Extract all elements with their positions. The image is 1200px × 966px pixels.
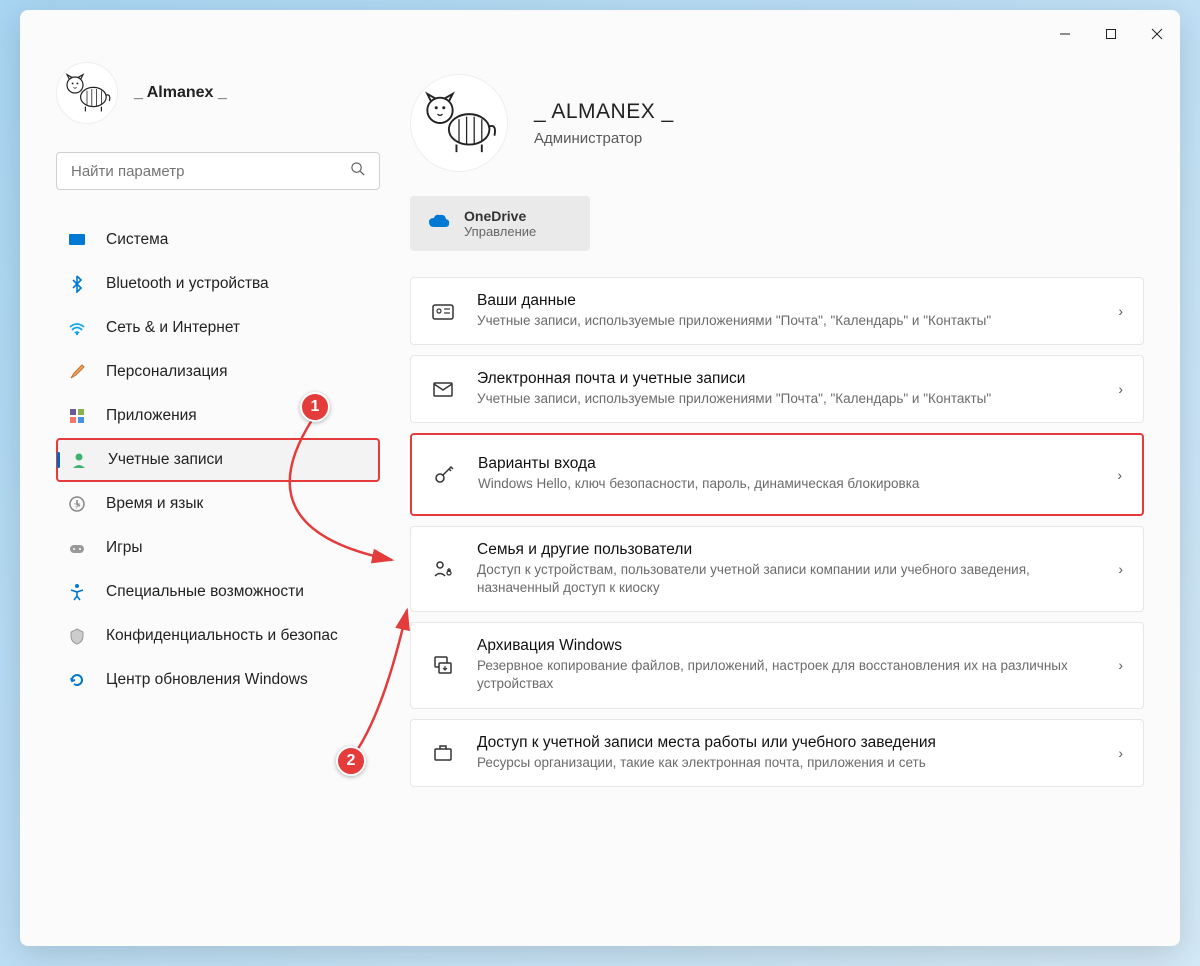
maximize-button[interactable]	[1088, 18, 1134, 50]
sidebar-item-time[interactable]: 字 Время и язык	[56, 482, 380, 526]
sidebar-item-apps[interactable]: Приложения	[56, 394, 380, 438]
chevron-right-icon: ›	[1117, 467, 1122, 483]
card-title: Доступ к учетной записи места работы или…	[477, 734, 1096, 752]
card-title: Архивация Windows	[477, 637, 1096, 655]
card-title: Электронная почта и учетные записи	[477, 370, 1096, 388]
user-hero: _ ALMANEX _ Администратор	[410, 74, 1144, 172]
nav-label: Время и язык	[106, 495, 203, 513]
card-sub: Учетные записи, используемые приложениям…	[477, 312, 1096, 330]
sidebar: Параметры _ Almanex _ Система Bluetooth …	[20, 58, 388, 946]
system-icon	[68, 231, 86, 249]
main-content: Учетные записи _ ALMANEX _ Администратор…	[388, 58, 1180, 946]
card-title: Варианты входа	[478, 455, 1095, 473]
sidebar-item-network[interactable]: Сеть & и Интернет	[56, 306, 380, 350]
brush-icon	[68, 363, 86, 381]
nav-label: Персонализация	[106, 363, 227, 381]
key-icon	[432, 463, 456, 487]
chevron-right-icon: ›	[1118, 657, 1123, 673]
sidebar-item-privacy[interactable]: Конфиденциальность и безопас	[56, 614, 380, 658]
sidebar-item-update[interactable]: Центр обновления Windows	[56, 658, 380, 702]
card-sub: Windows Hello, ключ безопасности, пароль…	[478, 475, 1095, 493]
nav-label: Приложения	[106, 407, 197, 425]
onedrive-sub: Управление	[464, 224, 536, 239]
sidebar-item-personalization[interactable]: Персонализация	[56, 350, 380, 394]
search-input[interactable]	[71, 163, 350, 180]
sidebar-item-accounts[interactable]: Учетные записи	[56, 438, 380, 482]
card-work-school[interactable]: Доступ к учетной записи места работы или…	[410, 719, 1144, 787]
search-box[interactable]	[56, 152, 380, 190]
annotation-1: 1	[300, 392, 330, 422]
card-sub: Доступ к устройствам, пользователи учетн…	[477, 561, 1096, 597]
apps-icon	[68, 407, 86, 425]
nav-label: Bluetooth и устройства	[106, 275, 269, 293]
nav-label: Специальные возможности	[106, 583, 304, 601]
card-email[interactable]: Электронная почта и учетные записи Учетны…	[410, 355, 1144, 423]
card-sub: Учетные записи, используемые приложениям…	[477, 390, 1096, 408]
chevron-right-icon: ›	[1118, 381, 1123, 397]
id-icon	[431, 299, 455, 323]
mail-icon	[431, 377, 455, 401]
family-icon	[431, 557, 455, 581]
hero-role: Администратор	[534, 130, 674, 147]
card-family[interactable]: Семья и другие пользователи Доступ к устр…	[410, 526, 1144, 612]
avatar-large-icon	[410, 74, 508, 172]
settings-window: Параметры _ Almanex _ Система Bluetooth …	[20, 10, 1180, 946]
nav-label: Центр обновления Windows	[106, 671, 308, 689]
hero-username: _ ALMANEX _	[534, 100, 674, 124]
card-title: Семья и другие пользователи	[477, 541, 1096, 559]
card-your-info[interactable]: Ваши данные Учетные записи, используемые …	[410, 277, 1144, 345]
nav-label: Система	[106, 231, 168, 249]
minimize-button[interactable]	[1042, 18, 1088, 50]
sidebar-item-accessibility[interactable]: Специальные возможности	[56, 570, 380, 614]
svg-text:字: 字	[74, 502, 80, 510]
shield-icon	[68, 627, 86, 645]
onedrive-card[interactable]: OneDrive Управление	[410, 196, 590, 251]
card-title: Ваши данные	[477, 292, 1096, 310]
card-signin-options[interactable]: Варианты входа Windows Hello, ключ безопа…	[410, 433, 1144, 515]
sidebar-item-system[interactable]: Система	[56, 218, 380, 262]
wifi-icon	[68, 319, 86, 337]
backup-icon	[431, 653, 455, 677]
account-icon	[70, 451, 88, 469]
nav-label: Сеть & и Интернет	[106, 319, 240, 337]
cloud-icon	[428, 213, 450, 234]
nav-label: Учетные записи	[108, 451, 223, 469]
onedrive-title: OneDrive	[464, 208, 536, 224]
annotation-2: 2	[336, 746, 366, 776]
search-icon	[350, 161, 365, 181]
nav-list: Система Bluetooth и устройства Сеть & и …	[56, 218, 380, 702]
sidebar-item-bluetooth[interactable]: Bluetooth и устройства	[56, 262, 380, 306]
card-sub: Ресурсы организации, такие как электронн…	[477, 754, 1096, 772]
chevron-right-icon: ›	[1118, 303, 1123, 319]
update-icon	[68, 671, 86, 689]
avatar-icon	[56, 62, 118, 124]
bluetooth-icon	[68, 275, 86, 293]
chevron-right-icon: ›	[1118, 561, 1123, 577]
titlebar	[20, 10, 1180, 58]
close-button[interactable]	[1134, 18, 1180, 50]
card-backup[interactable]: Архивация Windows Резервное копирование ф…	[410, 622, 1144, 708]
accessibility-icon	[68, 583, 86, 601]
chevron-right-icon: ›	[1118, 745, 1123, 761]
sidebar-username: _ Almanex _	[134, 84, 227, 102]
clock-icon: 字	[68, 495, 86, 513]
card-sub: Резервное копирование файлов, приложений…	[477, 657, 1096, 693]
briefcase-icon	[431, 741, 455, 765]
games-icon	[68, 539, 86, 557]
sidebar-item-games[interactable]: Игры	[56, 526, 380, 570]
sidebar-user[interactable]: _ Almanex _	[56, 62, 380, 124]
nav-label: Конфиденциальность и безопас	[106, 627, 338, 645]
nav-label: Игры	[106, 539, 143, 557]
